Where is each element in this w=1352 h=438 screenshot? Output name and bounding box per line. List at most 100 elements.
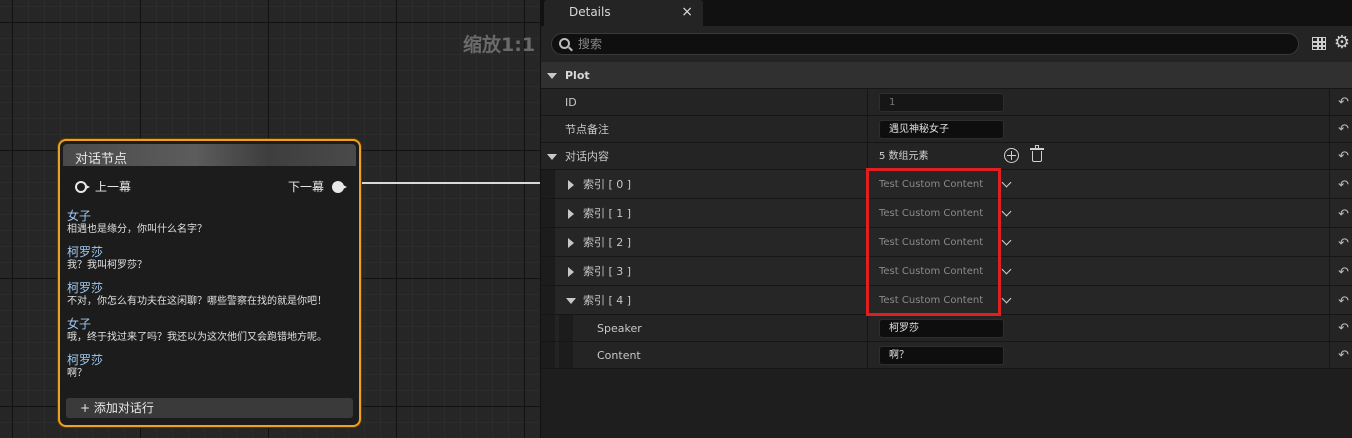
array-element-row[interactable]: 索引 [ 2 ] Test Custom Content ↶ [541,228,1352,257]
dialogue-line: 柯罗莎 不对，你怎么有功夫在这闲聊？哪些警察在找的就是你吧！ [67,281,353,308]
element-label: 索引 [ 0 ] [583,178,632,191]
exec-pin-connected-icon[interactable] [332,180,347,193]
column-divider[interactable] [867,143,868,169]
reset-icon[interactable]: ↶ [1338,149,1349,164]
reset-icon[interactable]: ↶ [1338,321,1349,336]
node-header[interactable]: 对话节点 [63,144,356,167]
chevron-down-icon[interactable] [1001,264,1012,275]
prev-pin-label: 上一幕 [95,180,132,194]
zoom-label: 缩放1:1 [463,34,536,56]
close-icon[interactable]: × [681,0,693,24]
dialogue-line: 女子 哦，终于找过来了吗？我还以为这次他们又会跑错地方呢。 [67,317,353,344]
add-element-icon[interactable] [1004,148,1019,163]
element-value: Test Custom Content [879,237,984,248]
column-divider [1329,257,1330,285]
node-title: 对话节点 [75,152,128,167]
chevron-down-icon[interactable] [1001,206,1012,217]
indent-guide [541,342,555,368]
element-value: Test Custom Content [879,266,984,277]
chevron-down-icon[interactable] [1001,293,1012,304]
property-list: Plot ID 1 ↶ 节点备注 遇见神秘女子 ↶ 对话内容 5 数组元素 ↶ … [541,62,1352,369]
column-divider [1329,286,1330,314]
dialogue-node[interactable]: 对话节点 上一幕 下一幕 女子 相遇也是缘分，你叫什么名字？ 柯罗莎 我？我叫柯… [58,139,361,427]
tab-label: Details [569,5,611,19]
column-divider[interactable] [867,170,868,198]
id-field[interactable]: 1 [879,93,1004,112]
details-panel: Details × ⚙ Plot ID 1 ↶ 节点备注 遇见神秘女子 [540,0,1352,438]
chevron-down-icon[interactable] [1001,177,1012,188]
table-view-icon[interactable] [1312,37,1326,50]
indent-guide [559,342,573,368]
column-divider[interactable] [867,199,868,227]
reset-icon[interactable]: ↶ [1338,348,1349,363]
indent-guide [541,286,555,314]
element-label: 索引 [ 1 ] [583,207,632,220]
property-label: 节点备注 [565,123,609,136]
reset-icon[interactable]: ↶ [1338,207,1349,222]
property-row-content: Content 啊？ ↶ [541,342,1352,369]
property-label: Content [597,349,641,362]
column-divider [1329,89,1330,115]
content-field[interactable]: 啊？ [879,346,1004,365]
exec-pin-icon[interactable] [75,180,90,193]
reset-icon[interactable]: ↶ [1338,294,1349,309]
collapse-arrow-icon[interactable] [547,73,557,79]
reset-icon[interactable]: ↶ [1338,122,1349,137]
category-plot[interactable]: Plot [541,62,1352,89]
reset-icon[interactable]: ↶ [1338,178,1349,193]
dialogue-line: 柯罗莎 我？我叫柯罗莎？ [67,245,353,272]
next-pin-label: 下一幕 [287,180,324,194]
property-row-note: 节点备注 遇见神秘女子 ↶ [541,116,1352,143]
tab-details[interactable]: Details × [544,0,703,26]
category-label: Plot [565,69,590,82]
element-value: Test Custom Content [879,295,984,306]
trash-icon[interactable] [1030,145,1044,162]
connection-wire [358,182,540,184]
search-input[interactable] [578,36,1278,52]
line-speaker: 柯罗莎 [67,353,104,367]
collapse-arrow-icon[interactable] [547,154,557,160]
collapse-arrow-icon[interactable] [566,298,576,304]
array-element-row[interactable]: 索引 [ 3 ] Test Custom Content ↶ [541,257,1352,286]
expand-arrow-icon[interactable] [568,209,574,219]
expand-arrow-icon[interactable] [568,238,574,248]
speaker-field[interactable]: 柯罗莎 [879,319,1004,338]
indent-guide [541,199,555,227]
property-row-dialogue-array[interactable]: 对话内容 5 数组元素 ↶ [541,143,1352,170]
line-content: 不对，你怎么有功夫在这闲聊？哪些警察在找的就是你吧！ [67,296,327,307]
property-label: ID [565,96,577,109]
column-divider[interactable] [867,116,868,142]
line-content: 哦，终于找过来了吗？我还以为这次他们又会跑错地方呢。 [67,332,327,343]
add-dialogue-line-button[interactable]: + 添加对话行 [66,398,353,418]
column-divider[interactable] [867,315,868,341]
reset-icon[interactable]: ↶ [1338,236,1349,251]
property-label: Speaker [597,322,642,335]
column-divider[interactable] [867,342,868,368]
column-divider[interactable] [867,228,868,256]
indent-guide [541,315,555,341]
next-scene-pin[interactable]: 下一幕 [287,178,347,195]
chevron-down-icon[interactable] [1001,235,1012,246]
column-divider[interactable] [867,257,868,285]
column-divider[interactable] [867,286,868,314]
column-divider [1329,116,1330,142]
prev-scene-pin[interactable]: 上一幕 [75,178,131,195]
element-label: 索引 [ 2 ] [583,236,632,249]
array-element-row[interactable]: 索引 [ 4 ] Test Custom Content ↶ [541,286,1352,315]
dialogue-line: 女子 相遇也是缘分，你叫什么名字？ [67,209,353,236]
expand-arrow-icon[interactable] [568,180,574,190]
element-label: 索引 [ 3 ] [583,265,632,278]
array-element-row[interactable]: 索引 [ 1 ] Test Custom Content ↶ [541,199,1352,228]
property-row-id: ID 1 ↶ [541,89,1352,116]
expand-arrow-icon[interactable] [568,267,574,277]
gear-icon[interactable]: ⚙ [1334,34,1350,52]
indent-guide [541,257,555,285]
indent-guide [541,170,555,198]
graph-canvas[interactable]: 缩放1:1 对话节点 上一幕 下一幕 女子 相遇也是缘分，你叫什么名字？ 柯罗莎… [0,0,540,438]
reset-icon[interactable]: ↶ [1338,265,1349,280]
reset-icon[interactable]: ↶ [1338,95,1349,110]
array-element-row[interactable]: 索引 [ 0 ] Test Custom Content ↶ [541,170,1352,199]
column-divider[interactable] [867,89,868,115]
search-box[interactable] [551,33,1299,55]
note-field[interactable]: 遇见神秘女子 [879,120,1004,139]
